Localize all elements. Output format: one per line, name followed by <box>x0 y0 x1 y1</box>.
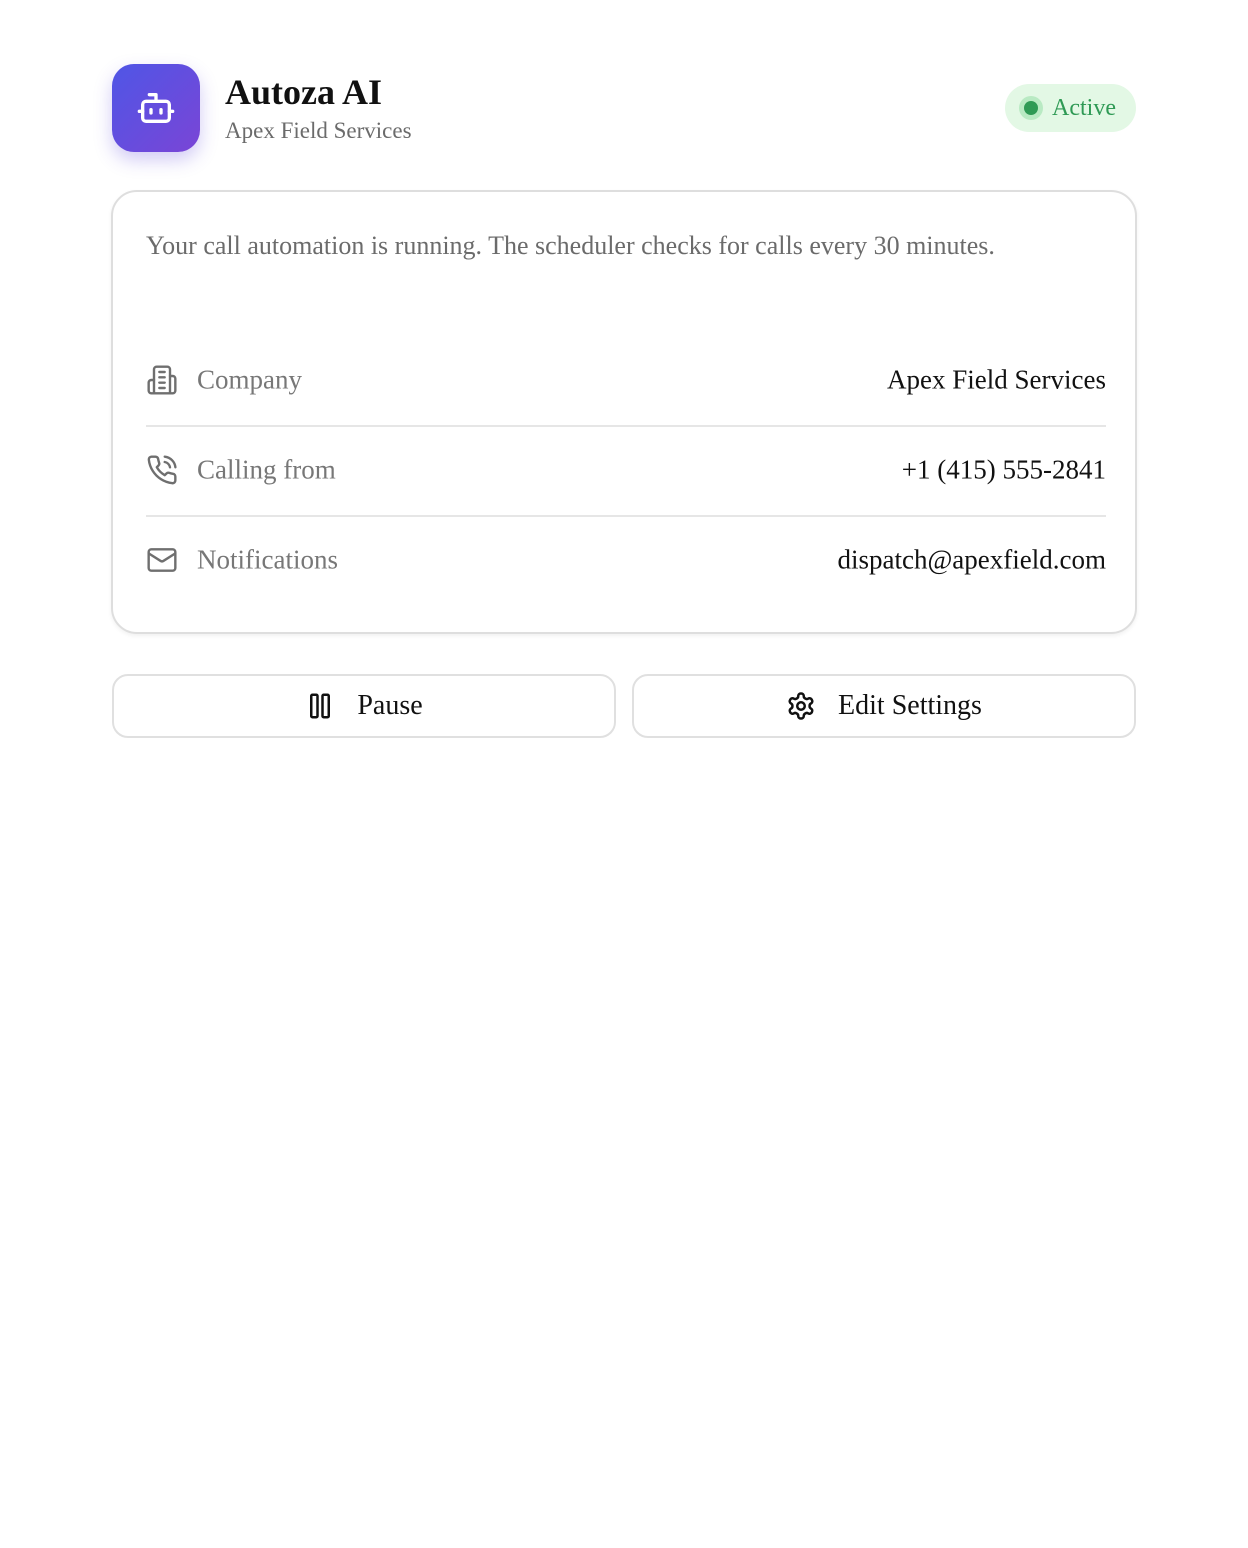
notifications-value: dispatch@apexfield.com <box>837 544 1106 575</box>
edit-settings-button-label: Edit Settings <box>838 690 982 721</box>
pause-button[interactable]: Pause <box>112 674 616 738</box>
app-logo <box>112 64 200 152</box>
gear-icon <box>788 692 814 720</box>
phone-calling-icon <box>147 455 177 485</box>
info-row-company: Company Apex Field Services <box>146 335 1106 427</box>
pause-icon <box>310 693 331 719</box>
company-label: Company <box>197 364 302 395</box>
info-row-notifications: Notifications dispatch@apexfield.com <box>146 515 1106 605</box>
pause-button-label: Pause <box>357 690 423 721</box>
status-label: Active <box>1052 95 1116 121</box>
mail-icon <box>147 548 177 572</box>
status-dot-icon <box>1024 101 1039 115</box>
automation-card: Your call automation is running. The sch… <box>111 190 1137 634</box>
header: Autoza AI Apex Field Services Active <box>112 64 1136 152</box>
info-row-calling-from: Calling from +1 (415) 555-2841 <box>146 425 1106 517</box>
edit-settings-button[interactable]: Edit Settings <box>632 674 1136 738</box>
calling-from-label: Calling from <box>197 454 336 485</box>
status-badge: Active <box>1005 84 1136 132</box>
automation-status-page: Autoza AI Apex Field Services Active You… <box>0 0 1248 1548</box>
automation-description: Your call automation is running. The sch… <box>146 231 995 260</box>
company-subtitle: Apex Field Services <box>225 118 412 143</box>
calling-from-value: +1 (415) 555-2841 <box>901 454 1106 485</box>
app-title: Autoza AI <box>225 72 383 112</box>
robot-icon <box>137 93 175 124</box>
company-value: Apex Field Services <box>887 364 1106 395</box>
notifications-label: Notifications <box>197 544 338 575</box>
building-icon <box>147 365 177 395</box>
